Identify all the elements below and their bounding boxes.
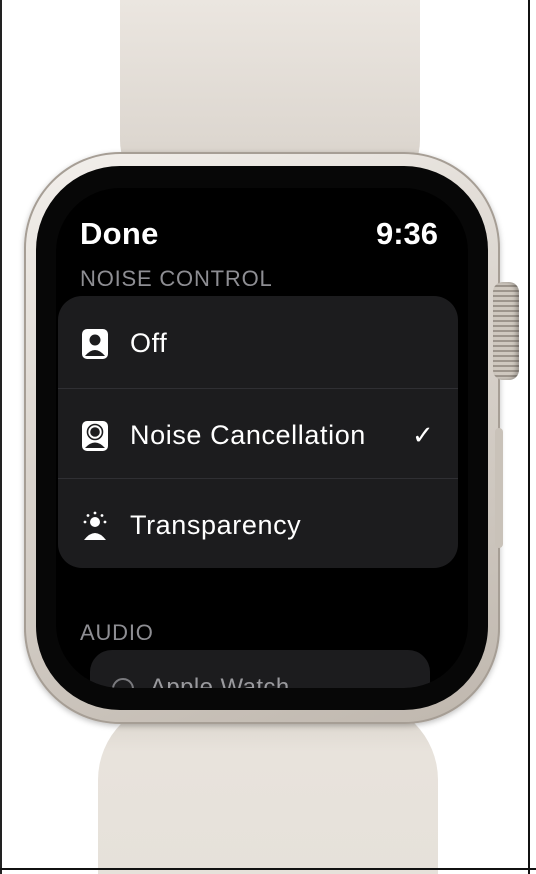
- side-button[interactable]: [495, 428, 503, 548]
- person-noise-cancellation-icon: [82, 421, 108, 451]
- noise-option-off[interactable]: Off: [58, 298, 458, 388]
- frame-bottom-edge: [0, 868, 536, 870]
- audio-output-apple-watch[interactable]: Apple Watch: [90, 650, 430, 688]
- list-divider: [58, 388, 458, 389]
- audio-output-label: Apple Watch: [150, 674, 290, 688]
- noise-option-label: Off: [130, 328, 168, 358]
- circle-icon: [112, 678, 134, 688]
- audio-header: AUDIO: [80, 620, 154, 645]
- watch-band-bottom: [98, 700, 438, 874]
- checkmark-icon: ✓: [412, 420, 434, 450]
- frame-left-edge: [0, 0, 2, 874]
- person-icon: [82, 329, 108, 359]
- noise-option-label: Noise Cancellation: [130, 420, 366, 450]
- noise-option-label: Transparency: [130, 510, 302, 540]
- watch-screen: Done 9:36 NOISE CONTROL Off Noise Cancel…: [56, 188, 468, 688]
- frame-right-edge: [528, 0, 530, 874]
- noise-option-transparency[interactable]: Transparency: [58, 480, 458, 568]
- done-button[interactable]: Done: [80, 216, 159, 252]
- digital-crown[interactable]: [493, 282, 519, 380]
- person-transparency-icon: [83, 511, 107, 540]
- noise-control-header: NOISE CONTROL: [80, 266, 273, 291]
- list-divider: [58, 478, 458, 479]
- noise-control-list: Off Noise Cancellation ✓ Transparency: [58, 296, 458, 568]
- noise-option-noise-cancellation[interactable]: Noise Cancellation ✓: [58, 390, 458, 480]
- clock-time: 9:36: [375, 216, 438, 251]
